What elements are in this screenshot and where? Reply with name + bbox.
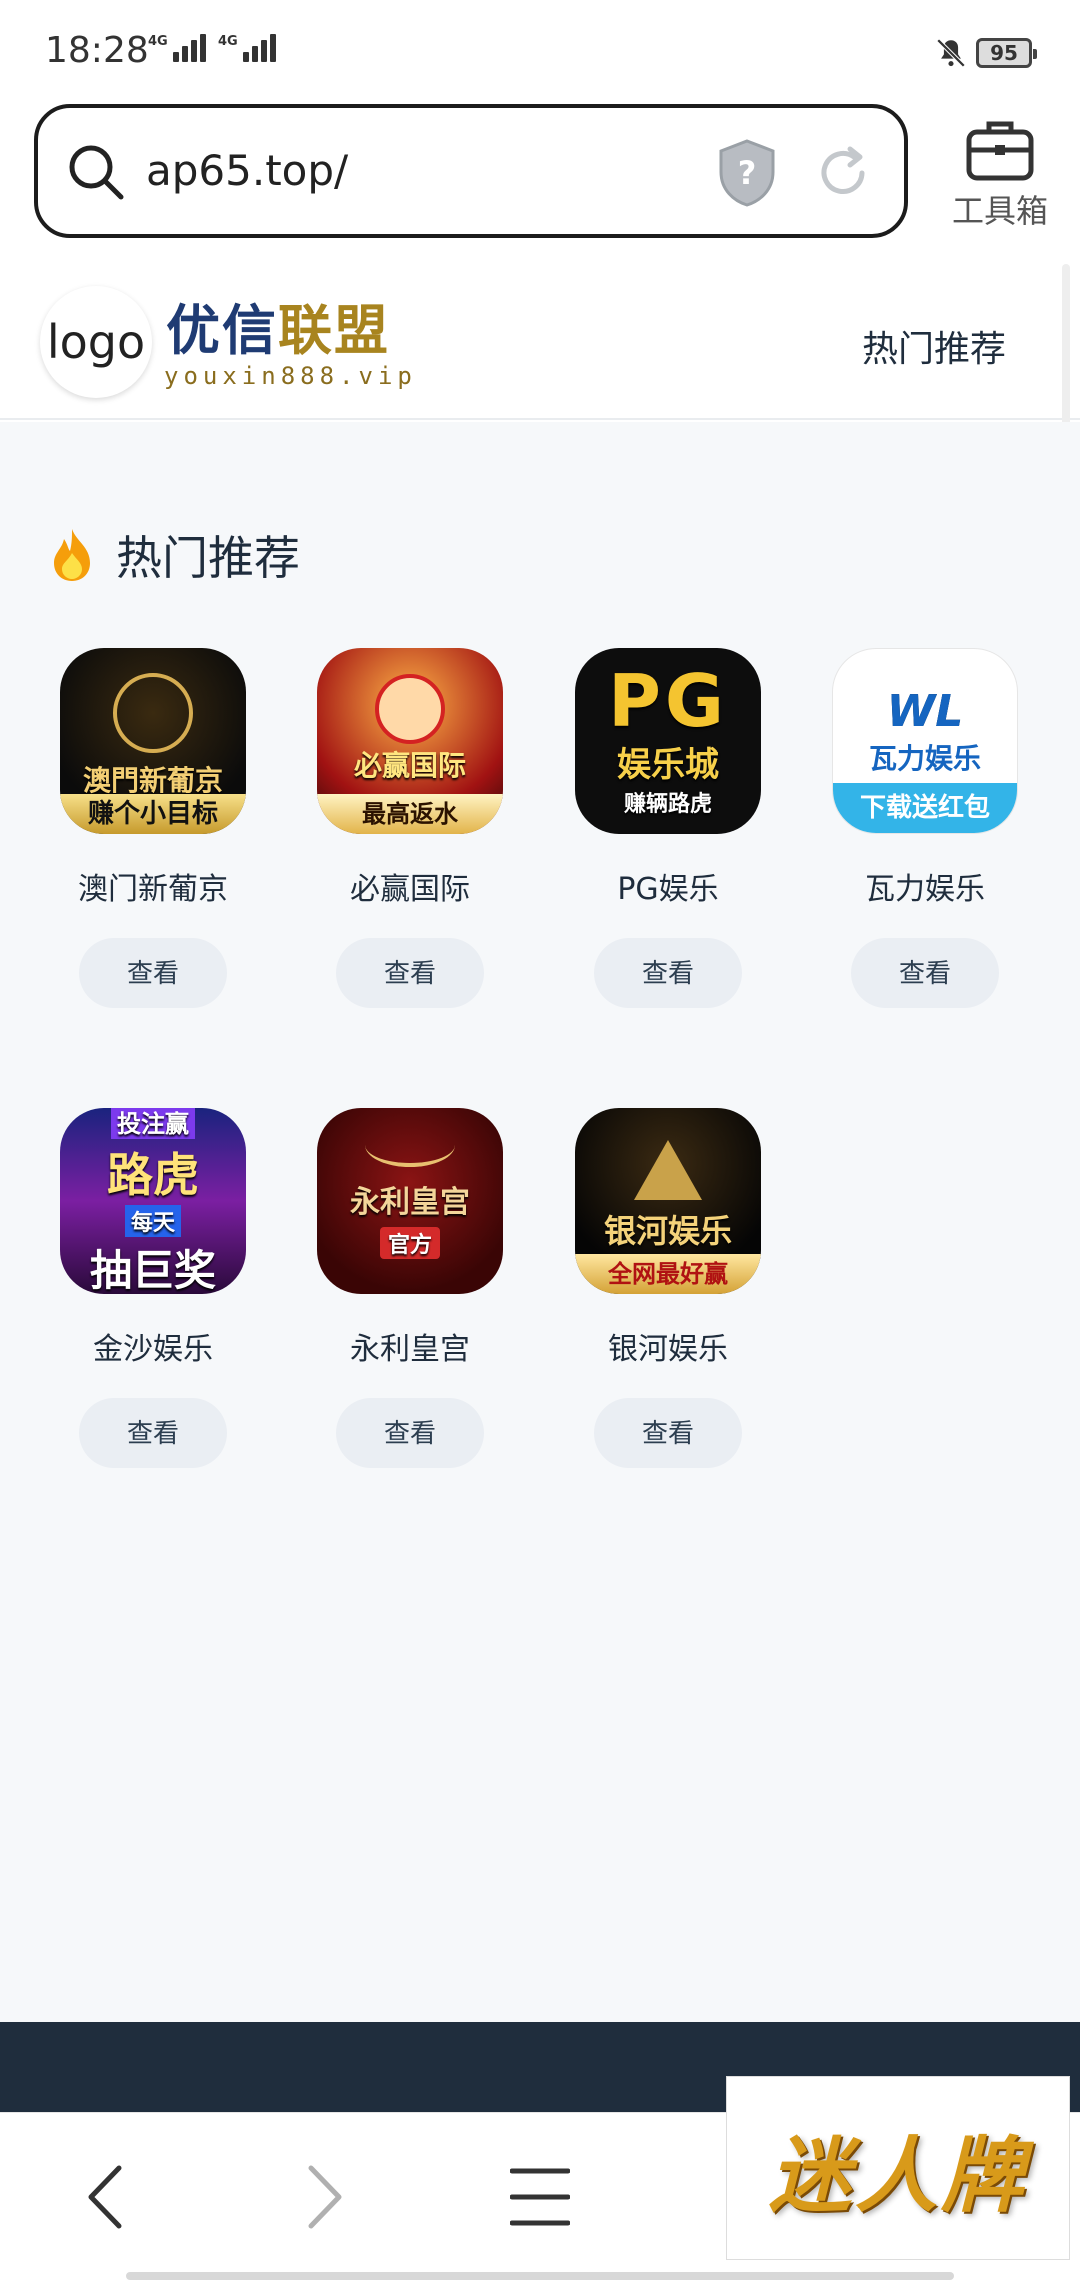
icon-text: 澳門新葡京	[82, 764, 223, 797]
app-card-aomen[interactable]: 澳門新葡京 赚个小目标 澳门新葡京 查看	[58, 648, 248, 1008]
bell-muted-icon	[936, 38, 966, 68]
main-content: 热门推荐 澳門新葡京 赚个小目标 澳门新葡京 查看 必赢国际 最高返水 必赢国际…	[0, 422, 1080, 2022]
fire-icon	[54, 529, 90, 581]
app-card-yinhe[interactable]: 银河娱乐 全网最好赢 银河娱乐 查看	[573, 1108, 763, 1468]
toolbox-label: 工具箱	[951, 192, 1048, 230]
icon-logo-text: WL	[886, 685, 964, 737]
view-button[interactable]: 查看	[594, 938, 742, 1008]
icon-tagline: 赚辆路虎	[623, 791, 712, 817]
section-heading: 热门推荐	[46, 522, 300, 588]
icon-text: 永利皇宫	[350, 1185, 470, 1220]
view-button[interactable]: 查看	[336, 938, 484, 1008]
mascot-icon	[375, 674, 445, 744]
wali-app-icon[interactable]: WL 瓦力娱乐 下载送红包	[832, 648, 1018, 834]
section-title: 热门推荐	[116, 531, 300, 585]
nav-hot-recommend-link[interactable]: 热门推荐	[862, 320, 1006, 372]
toolbox-button[interactable]: 工具箱	[940, 110, 1060, 240]
jinsha-app-icon[interactable]: 投注赢 路虎 每天 抽巨奖	[60, 1108, 246, 1294]
address-bar[interactable]: ap65.top/ ?	[34, 104, 908, 238]
app-name[interactable]: 永利皇宫	[315, 1324, 505, 1368]
icon-logo-text: PG	[608, 658, 728, 743]
reload-icon[interactable]	[814, 144, 872, 202]
pg-app-icon[interactable]: PG 娱乐城 赚辆路虎	[575, 648, 761, 834]
site-logo[interactable]: logo	[40, 286, 152, 398]
status-time: 18:28	[45, 30, 149, 71]
chevron-left-icon	[88, 2165, 122, 2229]
network-type-label: 4G	[148, 34, 168, 49]
view-button[interactable]: 查看	[336, 1398, 484, 1468]
icon-text: 每天	[124, 1205, 181, 1237]
site-title[interactable]: 优信联盟	[166, 286, 390, 365]
icon-banner: 投注赢	[111, 1108, 195, 1139]
icon-tagline: 全网最好赢	[575, 1254, 761, 1294]
app-card-yongli[interactable]: 永利皇宫 官方 永利皇宫 查看	[315, 1108, 505, 1468]
hamburger-menu-icon	[510, 2168, 570, 2226]
app-name[interactable]: 瓦力娱乐	[830, 864, 1020, 908]
icon-text: 银河娱乐	[603, 1212, 732, 1250]
biying-app-icon[interactable]: 必赢国际 最高返水	[317, 648, 503, 834]
back-button[interactable]	[66, 2157, 146, 2237]
network-type-label-2: 4G	[218, 34, 238, 49]
toolbox-icon	[966, 121, 1034, 181]
view-button[interactable]: 查看	[79, 938, 227, 1008]
signal-strength-icon-2: 4G	[218, 34, 276, 62]
app-name[interactable]: PG娱乐	[573, 864, 763, 908]
app-name[interactable]: 必赢国际	[315, 864, 505, 908]
icon-tagline: 抽巨奖	[89, 1246, 216, 1294]
site-header: logo 优信联盟 youxin888.vip 热门推荐	[0, 264, 1080, 420]
icon-tagline: 下载送红包	[833, 783, 1017, 833]
app-card-jinsha[interactable]: 投注赢 路虎 每天 抽巨奖 金沙娱乐 查看	[58, 1108, 248, 1468]
aomen-app-icon[interactable]: 澳門新葡京 赚个小目标	[60, 648, 246, 834]
signal-strength-icon: 4G	[148, 34, 206, 62]
site-title-part-2: 联盟	[278, 299, 390, 362]
yinhe-app-icon[interactable]: 银河娱乐 全网最好赢	[575, 1108, 761, 1294]
security-shield-icon[interactable]: ?	[716, 138, 778, 208]
icon-tagline: 赚个小目标	[60, 794, 246, 834]
icon-tagline: 最高返水	[317, 794, 503, 834]
svg-text:?: ?	[738, 154, 757, 192]
app-card-wali[interactable]: WL 瓦力娱乐 下载送红包 瓦力娱乐 查看	[830, 648, 1020, 1008]
app-card-biying[interactable]: 必赢国际 最高返水 必赢国际 查看	[315, 648, 505, 1008]
icon-tagline: 官方	[379, 1227, 440, 1259]
url-text[interactable]: ap65.top/	[146, 146, 348, 195]
icon-text: 必赢国际	[353, 749, 466, 782]
battery-icon: 95	[976, 38, 1037, 68]
emblem-icon	[113, 673, 193, 753]
app-card-pg[interactable]: PG 娱乐城 赚辆路虎 PG娱乐 查看	[573, 648, 763, 1008]
icon-logo-text: 路虎	[107, 1148, 199, 1202]
menu-button[interactable]	[500, 2157, 580, 2237]
crown-icon	[365, 1123, 455, 1167]
yongli-app-icon[interactable]: 永利皇宫 官方	[317, 1108, 503, 1294]
status-bar: 18:28 4G 4G 95	[0, 0, 1080, 100]
app-name[interactable]: 澳门新葡京	[58, 864, 248, 908]
view-button[interactable]: 查看	[79, 1398, 227, 1468]
search-icon	[69, 145, 124, 200]
galaxy-emblem-icon	[634, 1140, 702, 1200]
forward-button[interactable]	[284, 2157, 364, 2237]
site-title-part-1: 优信	[166, 299, 278, 362]
site-domain: youxin888.vip	[164, 362, 417, 390]
ad-text: 迷人牌	[769, 2128, 1027, 2224]
floating-ad-banner[interactable]: 迷人牌	[726, 2076, 1070, 2260]
app-name[interactable]: 银河娱乐	[573, 1324, 763, 1368]
icon-text: 瓦力娱乐	[868, 741, 981, 775]
icon-text: 娱乐城	[617, 744, 719, 785]
view-button[interactable]: 查看	[851, 938, 999, 1008]
view-button[interactable]: 查看	[594, 1398, 742, 1468]
gesture-bar[interactable]	[126, 2272, 954, 2280]
chevron-right-icon	[308, 2165, 342, 2229]
app-name[interactable]: 金沙娱乐	[58, 1324, 248, 1368]
